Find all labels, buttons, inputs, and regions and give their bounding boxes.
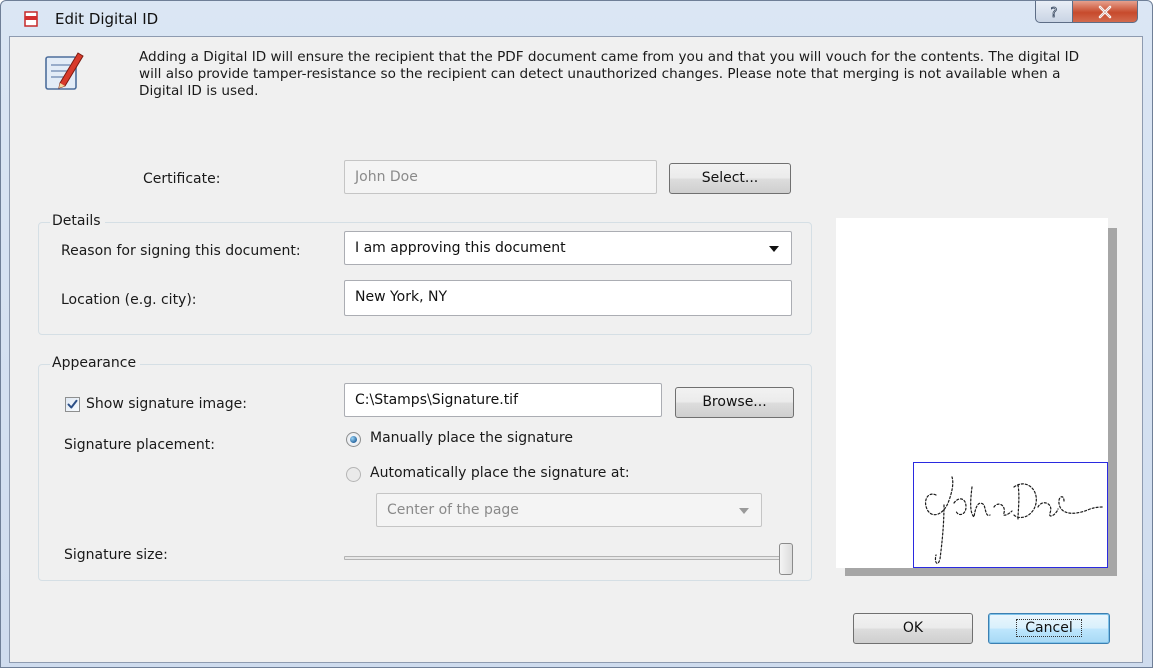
- signature-size-slider-thumb[interactable]: [779, 543, 793, 575]
- handwritten-signature: [924, 476, 1105, 564]
- manual-placement-label[interactable]: Manually place the signature: [370, 430, 573, 446]
- reason-dropdown[interactable]: I am approving this document: [344, 231, 792, 265]
- manual-placement-radio[interactable]: [346, 432, 361, 447]
- certificate-label: Certificate:: [143, 171, 221, 187]
- title-bar[interactable]: Edit Digital ID ?: [1, 1, 1152, 37]
- location-input[interactable]: New York, NY: [344, 280, 792, 316]
- signature-size-label: Signature size:: [64, 547, 168, 563]
- auto-placement-label[interactable]: Automatically place the signature at:: [370, 465, 630, 481]
- show-signature-checkbox[interactable]: [65, 397, 80, 412]
- signature-path-input[interactable]: C:\Stamps\Signature.tif: [344, 383, 662, 417]
- signature-preview-box[interactable]: [913, 462, 1108, 568]
- auto-placement-radio[interactable]: [346, 467, 361, 482]
- placement-label: Signature placement:: [64, 437, 215, 453]
- close-button[interactable]: [1072, 1, 1138, 23]
- browse-button[interactable]: Browse...: [675, 387, 794, 418]
- help-button[interactable]: ?: [1035, 1, 1073, 23]
- reason-dropdown-value: I am approving this document: [355, 240, 566, 256]
- reason-label: Reason for signing this document:: [61, 243, 301, 259]
- chevron-down-icon: [739, 508, 749, 514]
- certificate-field: John Doe: [344, 160, 657, 194]
- appearance-group-title: Appearance: [50, 355, 141, 371]
- chevron-down-icon: [769, 246, 779, 252]
- details-group-title: Details: [50, 213, 105, 229]
- pdf-document-icon: [24, 11, 38, 27]
- auto-position-value: Center of the page: [387, 502, 519, 518]
- auto-position-dropdown: Center of the page: [376, 493, 762, 527]
- cancel-button-label: Cancel: [1016, 619, 1082, 637]
- radio-selected-dot: [350, 436, 357, 443]
- signature-size-slider-track[interactable]: [344, 556, 792, 560]
- edit-document-pen-icon: [45, 52, 84, 90]
- show-signature-label[interactable]: Show signature image:: [86, 396, 247, 412]
- dialog-title: Edit Digital ID: [55, 10, 159, 28]
- intro-description: Adding a Digital ID will ensure the reci…: [139, 49, 1080, 99]
- location-label: Location (e.g. city):: [61, 292, 197, 308]
- select-certificate-button[interactable]: Select...: [669, 163, 791, 194]
- close-icon: [1098, 5, 1112, 18]
- question-icon: ?: [1050, 5, 1058, 20]
- checkmark-icon: [67, 399, 78, 409]
- cancel-button[interactable]: Cancel: [988, 613, 1110, 644]
- ok-button[interactable]: OK: [853, 613, 973, 644]
- svg-text:?: ?: [1051, 6, 1058, 20]
